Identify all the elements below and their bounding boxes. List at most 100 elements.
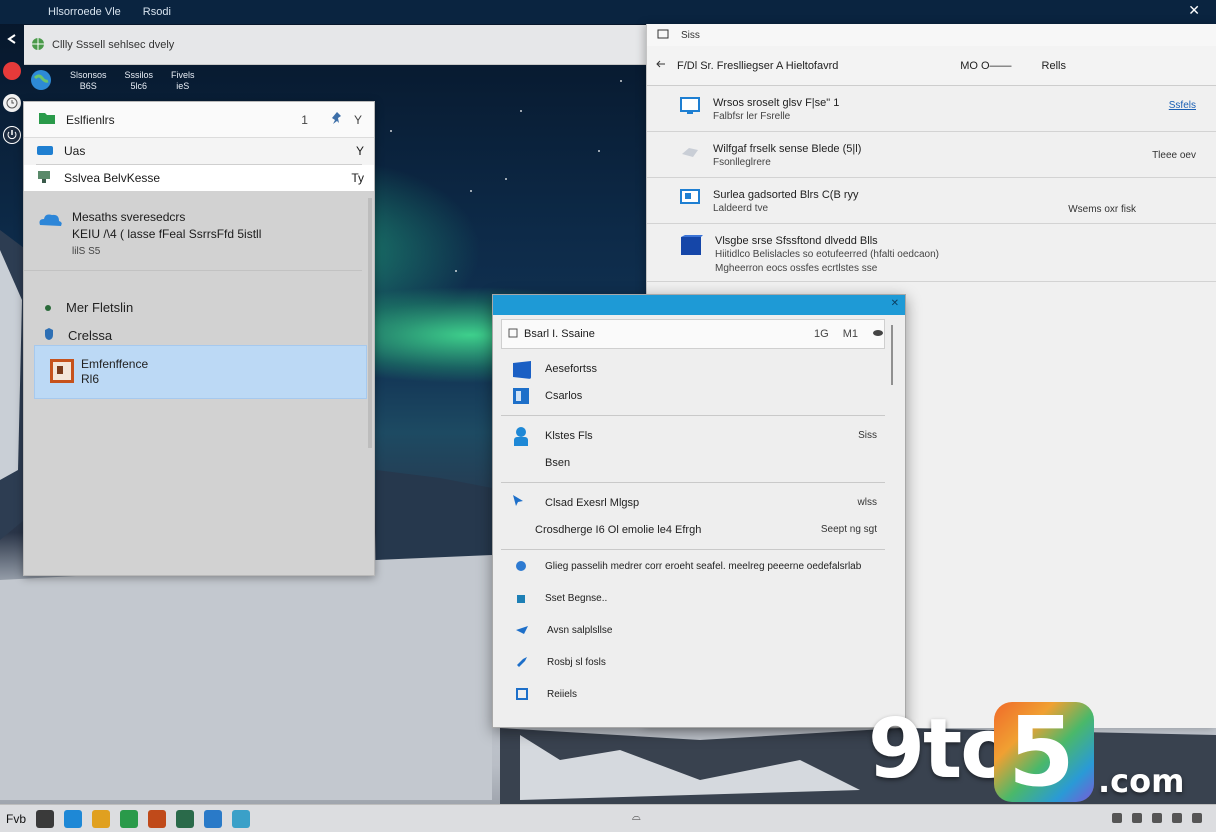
dialog-item[interactable]: Bsen	[511, 449, 885, 476]
browser-app-icon[interactable]	[64, 809, 83, 828]
tray-icon[interactable]	[1112, 813, 1122, 823]
dialog-item[interactable]: Clsad Exesrl Mlgsp wlss	[511, 489, 885, 516]
launcher-app-icon[interactable]	[3, 62, 21, 80]
settings-row-link[interactable]: Ssfels	[1169, 100, 1196, 111]
browser-globe-icon	[30, 36, 46, 55]
toggle-icon[interactable]	[872, 328, 884, 340]
dialog-plain-item[interactable]: Reiiels	[493, 678, 905, 710]
back-arrow-icon[interactable]	[655, 59, 667, 72]
dialog-plain-item[interactable]: Sset Begnse..	[493, 582, 905, 614]
left-panel-row[interactable]: Sslvea BelvKesse Ty	[24, 165, 374, 191]
left-panel-row[interactable]: Uas Y	[24, 138, 374, 164]
tile-line: Fivels	[171, 70, 195, 80]
dialog-scrollbar[interactable]	[889, 325, 895, 625]
store-app-icon[interactable]	[120, 809, 139, 828]
folder-green-icon	[38, 111, 56, 128]
settings-row-title: Wrsos sroselt glsv F|se" 1	[713, 97, 840, 109]
search-control[interactable]: 1G	[814, 328, 829, 340]
dialog-search-bar[interactable]: Bsarl I. Ssaine 1G M1	[501, 319, 885, 349]
dialog-item-right: Siss	[858, 430, 877, 441]
search-control[interactable]: M1	[843, 328, 858, 340]
launcher-power-icon[interactable]	[3, 126, 21, 144]
pin-icon[interactable]	[330, 111, 344, 128]
watermark-badge: 5	[994, 696, 1094, 808]
top-window-strip: Hlsorroede Vle Rsodi ✕	[0, 0, 1216, 24]
left-panel-title: Eslfienlrs	[66, 112, 115, 127]
dialog-plain-label: Rosbj sl fosls	[547, 656, 606, 668]
left-panel-item[interactable]: Mer Fletslin	[24, 293, 374, 321]
left-panel-row-label: Sslvea BelvKesse	[64, 171, 161, 185]
earth-icon[interactable]	[30, 69, 52, 93]
folder-app-icon[interactable]	[92, 809, 111, 828]
dialog-item[interactable]: Csarlos	[511, 382, 885, 409]
display-icon	[679, 188, 701, 211]
taskbar-center-icon[interactable]: ⌓	[632, 811, 641, 824]
terminal-app-icon[interactable]	[176, 809, 195, 828]
header-ctrl-2[interactable]: Y	[354, 113, 362, 127]
settings-row[interactable]: Vlsgbe srse Sfssftond dlvedd Blls Hiitid…	[647, 224, 1216, 282]
desktop-tile[interactable]: Fivels ieS	[171, 70, 195, 92]
console-icon	[513, 387, 529, 404]
top-strip-title: Hlsorroede Vle	[48, 6, 121, 18]
settings-path[interactable]: F/Dl Sr. Freslliegser A Hieltofavrd	[677, 60, 960, 72]
desktop-tile[interactable]: Sssilos 5lc6	[125, 70, 154, 92]
dialog-item-label: Clsad Exesrl Mlgsp	[545, 496, 640, 509]
settings-row[interactable]: Wilfgaf frselk sense Blede (5|l) Fsonlle…	[647, 132, 1216, 178]
mail-app-icon[interactable]	[204, 809, 223, 828]
info-line: KEIU /\4 ( lasse fFeal SsrrsFfd 5istll	[72, 227, 262, 241]
dialog-section: Klstes Fls Siss Bsen	[501, 416, 885, 483]
dialog-item-label: Csarlos	[545, 389, 583, 402]
storage-icon	[679, 234, 703, 261]
left-panel-item-label: Mer Fletslin	[66, 299, 134, 315]
dialog-titlebar: ✕	[493, 295, 905, 315]
desktop-tiles-strip: Slsonsos B6S Sssilos 5lc6 Fivels ieS	[30, 66, 195, 96]
system-tray	[1112, 813, 1202, 823]
browser-address-text[interactable]: Cllly Sssell sehlsec dvely	[52, 39, 174, 51]
dialog-plain-label: Reiiels	[547, 688, 578, 700]
media-app-icon[interactable]	[148, 809, 167, 828]
dialog-item[interactable]: Crosdherge I6 Ol emolie le4 Efrgh Seept …	[511, 516, 885, 543]
dialog-item-label: Crosdherge I6 Ol emolie le4 Efrgh	[535, 523, 702, 536]
dialog-plain-item[interactable]: Glieg passelih medrer corr eroeht seafel…	[493, 550, 905, 582]
top-close-button[interactable]: ✕	[1188, 2, 1200, 19]
settings-toolbar: F/Dl Sr. Freslliegser A Hieltofavrd MO O…	[647, 46, 1216, 86]
tray-icon[interactable]	[1172, 813, 1182, 823]
settings-title: Siss	[681, 29, 700, 41]
header-ctrl-1[interactable]: 1	[301, 113, 308, 127]
keyboard-icon	[679, 142, 701, 165]
top-strip-subtitle: Rsodi	[142, 6, 171, 18]
dialog-plain-item[interactable]: Avsn salplsllse	[493, 614, 905, 646]
network-icon	[36, 169, 54, 188]
left-panel-scrollbar[interactable]	[368, 198, 372, 448]
launcher-back-icon[interactable]	[3, 30, 21, 48]
watermark-logo: 9to 5 .com	[868, 696, 1198, 808]
launcher-clock-icon[interactable]	[3, 94, 21, 112]
tray-icon[interactable]	[1152, 813, 1162, 823]
search-input[interactable]: Bsarl I. Ssaine	[524, 328, 808, 340]
left-panel-selected-item[interactable]: Emfenffence Rl6	[34, 345, 367, 399]
settings-row[interactable]: Wrsos sroselt glsv F|se" 1 Falbfsr ler F…	[647, 86, 1216, 132]
start-button[interactable]: Fvb	[6, 812, 26, 826]
left-panel-row-label: Uas	[64, 144, 86, 158]
desktop-tile[interactable]: Slsonsos B6S	[70, 70, 107, 92]
close-icon[interactable]: ✕	[891, 298, 899, 309]
tray-icon[interactable]	[1192, 813, 1202, 823]
dialog-section: Clsad Exesrl Mlgsp wlss Crosdherge I6 Ol…	[501, 483, 885, 550]
settings-toolbar-mid[interactable]: MO O——	[960, 60, 1011, 72]
dialog-section: Aesefortss Csarlos	[501, 349, 885, 416]
dialog-item[interactable]: Klstes Fls Siss	[511, 422, 885, 449]
watermark-five: 5	[1008, 696, 1075, 808]
tool-icon	[517, 657, 527, 667]
penguin-app-icon[interactable]	[36, 809, 55, 828]
settings-app-icon[interactable]	[232, 809, 251, 828]
taskbar: Fvb ⌓	[0, 804, 1216, 832]
dialog-item-label: Bsen	[545, 456, 571, 469]
settings-row[interactable]: Surlea gadsorted Blrs C(B ryy Laldeerd t…	[647, 178, 1216, 224]
settings-toolbar-end[interactable]: Rells	[1042, 60, 1066, 72]
tile-line: Sssilos	[124, 70, 154, 80]
left-panel-info-block: Mesaths sveresedcrs KEIU /\4 ( lasse fFe…	[24, 191, 362, 271]
dialog-plain-item[interactable]: Rosbj sl fosls	[493, 646, 905, 678]
dialog-item[interactable]: Aesefortss	[511, 355, 885, 382]
tray-icon[interactable]	[1132, 813, 1142, 823]
dialog-plain-label: Avsn salplsllse	[547, 624, 613, 636]
